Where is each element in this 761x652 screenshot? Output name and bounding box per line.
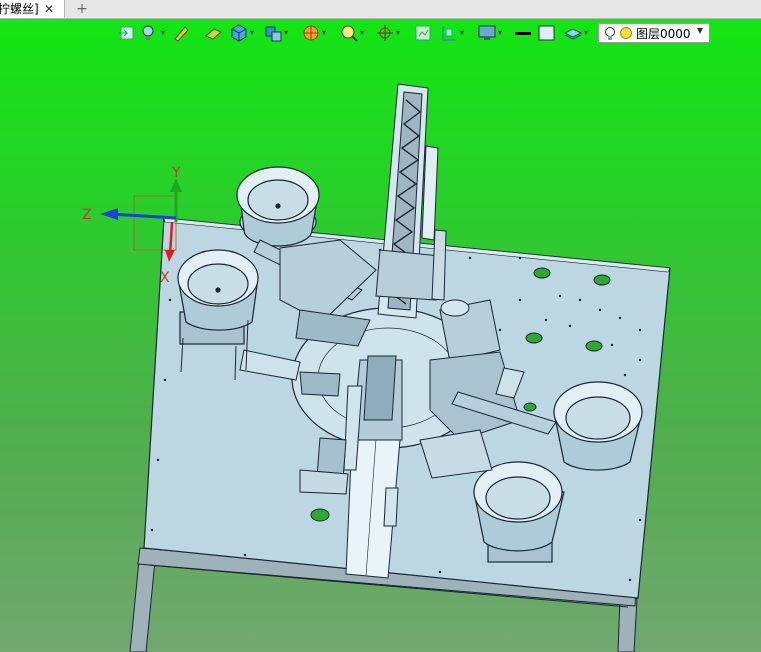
monitor-icon[interactable] (476, 22, 498, 44)
layers-icon[interactable] (562, 22, 584, 44)
screw-column (375, 83, 447, 319)
close-icon[interactable]: ✕ (42, 0, 56, 18)
document-tab-title: 拧螺丝] (0, 2, 39, 16)
document-tab[interactable]: 拧螺丝] ✕ (0, 0, 65, 18)
layer-dropdown[interactable]: 图层0000 ▼ (598, 23, 710, 43)
cad-model[interactable]: Y Z X (0, 0, 761, 652)
chevron-down-icon[interactable]: ▾ (322, 28, 326, 37)
layer-name: 图层0000 (636, 27, 691, 41)
new-tab-button[interactable]: + (74, 0, 90, 18)
chevron-down-icon[interactable]: ▾ (161, 28, 165, 37)
chevron-down-icon[interactable]: ▾ (284, 28, 288, 37)
chevron-down-icon[interactable]: ▾ (584, 28, 588, 37)
layer-status-icon[interactable] (620, 27, 632, 39)
fill-color-icon[interactable] (536, 22, 558, 44)
align-icon[interactable] (438, 22, 460, 44)
eraser-icon[interactable] (202, 22, 224, 44)
frame-icon[interactable] (412, 22, 434, 44)
axis-icon[interactable] (374, 22, 396, 44)
axis-label-y: Y (171, 165, 181, 181)
chevron-down-icon[interactable]: ▼ (697, 26, 703, 35)
cube-stack-icon[interactable] (262, 22, 284, 44)
chevron-down-icon[interactable]: ▾ (250, 28, 254, 37)
view-icon[interactable] (116, 22, 138, 44)
light-icon[interactable] (138, 22, 160, 44)
pencil-icon[interactable] (170, 22, 192, 44)
tab-bar: 拧螺丝] ✕ + (0, 0, 761, 19)
vibratory-bowl-right-top (553, 381, 643, 471)
sphere-icon[interactable] (300, 22, 322, 44)
axis-label-z: Z (82, 207, 92, 223)
lightbulb-icon[interactable] (603, 26, 617, 42)
line-style-icon[interactable] (512, 22, 534, 44)
zoom-icon[interactable] (338, 22, 360, 44)
chevron-down-icon[interactable]: ▾ (360, 28, 364, 37)
chevron-down-icon[interactable]: ▾ (396, 28, 400, 37)
cube-icon[interactable] (228, 22, 250, 44)
chevron-down-icon[interactable]: ▾ (498, 28, 502, 37)
chevron-down-icon[interactable]: ▾ (460, 28, 464, 37)
vibratory-bowl-left-top (236, 166, 320, 247)
vibratory-bowl-right-bottom (473, 461, 565, 563)
3d-viewport[interactable]: Y Z X (0, 0, 761, 652)
axis-label-x: X (160, 270, 170, 286)
